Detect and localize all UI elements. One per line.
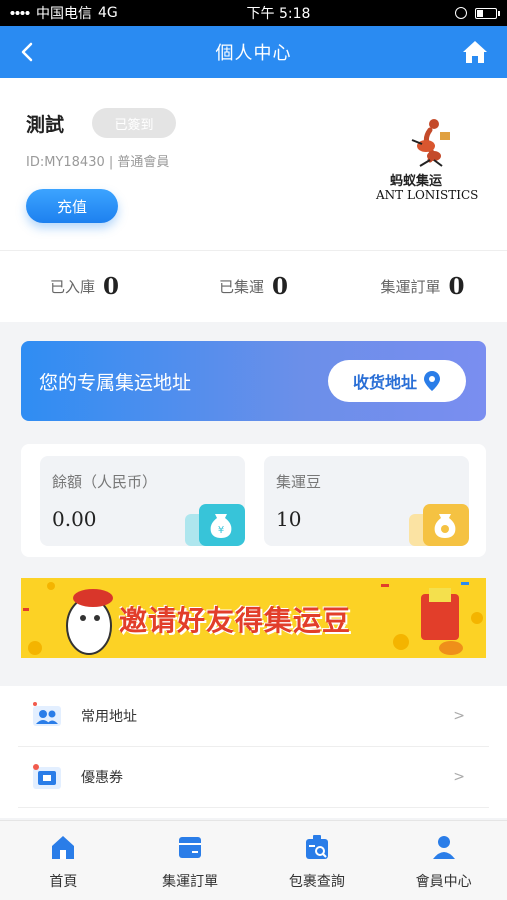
tab-member-center[interactable]: 會員中心: [380, 821, 507, 900]
stat-value: 0: [272, 273, 289, 300]
chevron-right-icon: >: [453, 708, 465, 724]
receiving-address-label: 收货地址: [352, 373, 417, 392]
menu-list: 常用地址 > 優惠券 >: [0, 686, 507, 818]
user-name: 測試: [26, 114, 65, 136]
stat-label: 集運訂單: [380, 278, 441, 296]
tab-label: 集運訂單: [162, 874, 219, 890]
rotation-lock-icon: [455, 7, 467, 19]
carrier-name: 中国电信: [36, 6, 92, 22]
tab-orders[interactable]: 集運訂單: [127, 821, 254, 900]
points-card[interactable]: 集運豆 10: [264, 456, 469, 546]
stat-orders[interactable]: 集運訂單 0: [338, 251, 507, 322]
status-bar: 中国电信 4G 下午 5:18: [0, 0, 507, 26]
wallet-panel: 餘額（人民币） 0.00 ¥ 集運豆 10: [21, 444, 486, 557]
logo-english-text: ANT LONISTICS: [376, 188, 479, 202]
nav-bar: 個人中心: [0, 26, 507, 78]
tab-home[interactable]: 首頁: [0, 821, 127, 900]
balance-card[interactable]: 餘額（人民币） 0.00 ¥: [40, 456, 245, 546]
clock: 下午 5:18: [246, 6, 311, 22]
shipment-stats: 已入庫 0 已集運 0 集運訂單 0: [0, 250, 507, 322]
home-icon[interactable]: [461, 38, 489, 66]
ant-mascot-icon: [411, 119, 450, 167]
promo-text: 邀请好友得集运豆: [119, 604, 352, 637]
order-icon: [179, 837, 202, 858]
member-info: ID:MY18430 | 普通會員: [26, 155, 170, 170]
balance-value: 0.00: [52, 507, 97, 531]
receiving-address-button[interactable]: 收货地址: [328, 360, 466, 402]
stat-value: 0: [448, 273, 465, 300]
package-search-icon: [305, 835, 328, 859]
menu-item-coupons[interactable]: 優惠券 >: [18, 747, 489, 808]
menu-label: 優惠券: [81, 770, 123, 786]
stat-label: 已集運: [218, 278, 264, 296]
chevron-right-icon: >: [453, 769, 465, 785]
menu-item-addresses[interactable]: 常用地址 >: [18, 686, 489, 747]
stat-warehoused[interactable]: 已入庫 0: [0, 251, 169, 322]
stat-consolidated[interactable]: 已集運 0: [169, 251, 338, 322]
svg-text:¥: ¥: [218, 525, 224, 536]
coin-bag-icon: [409, 504, 469, 546]
recharge-button[interactable]: 充值: [26, 189, 118, 223]
exclusive-address-banner[interactable]: 您的专属集运地址 收货地址: [21, 341, 486, 421]
battery-icon: [475, 7, 500, 19]
signed-in-badge[interactable]: 已簽到: [92, 108, 176, 138]
address-banner-text: 您的专属集运地址: [39, 371, 192, 394]
location-pin-icon: [424, 371, 440, 391]
stat-value: 0: [103, 273, 120, 300]
address-book-icon: [33, 702, 61, 726]
member-icon: [432, 836, 455, 859]
home-icon: [52, 836, 75, 859]
tab-label: 首頁: [49, 874, 78, 890]
signal-icon: [10, 10, 30, 16]
points-value: 10: [276, 507, 302, 531]
tab-label: 包裹查詢: [288, 874, 345, 890]
logo-chinese-text: 蚂蚁集运: [390, 174, 443, 189]
coupon-icon: [33, 764, 61, 789]
profile-card: 測試 已簽到 ID:MY18430 | 普通會員 充值 蚂蚁集运 ANT LON…: [0, 78, 507, 297]
menu-label: 常用地址: [81, 709, 137, 725]
back-icon[interactable]: [16, 38, 40, 66]
money-bag-icon: ¥: [185, 504, 245, 546]
bottom-tab-bar: 首頁 集運訂單 包裹查詢 會員中心: [0, 820, 507, 900]
invite-friends-banner[interactable]: 邀请好友得集运豆: [21, 578, 486, 658]
network-type: 4G: [98, 5, 118, 21]
tab-label: 會員中心: [415, 874, 472, 890]
balance-label: 餘額（人民币）: [52, 473, 158, 491]
brand-logo: 蚂蚁集运 ANT LONISTICS: [372, 116, 482, 206]
page-title: 個人中心: [215, 43, 292, 64]
tab-package-search[interactable]: 包裹查詢: [254, 821, 381, 900]
points-label: 集運豆: [276, 473, 322, 491]
stat-label: 已入庫: [49, 278, 95, 296]
